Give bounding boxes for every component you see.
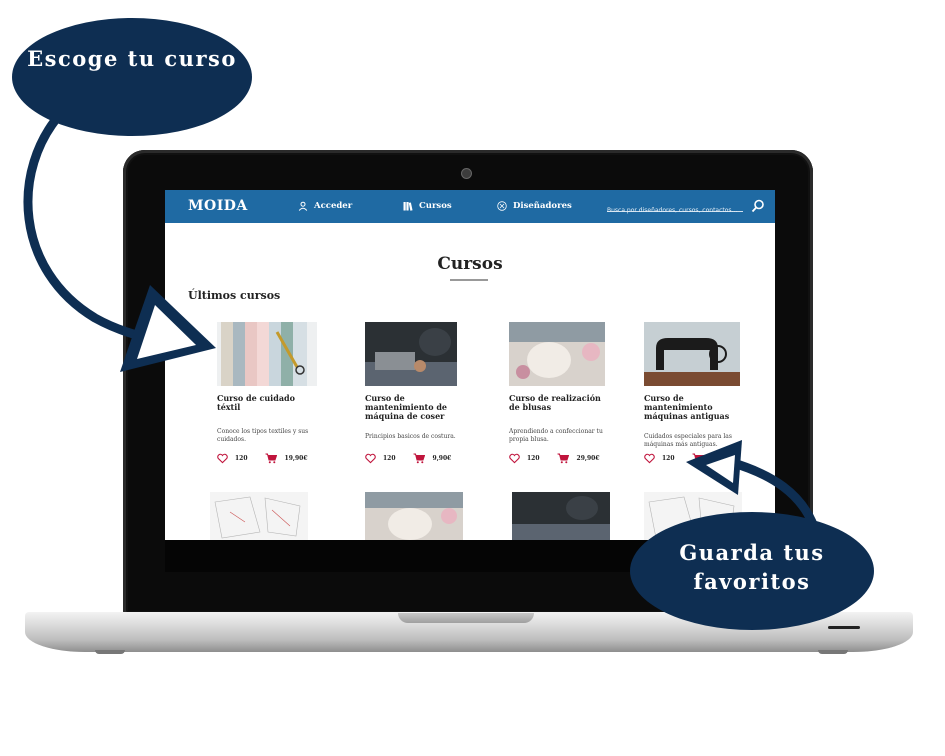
course-card[interactable]: Curso de mantenimiento máquinas antiguas… [644, 322, 744, 464]
cart-icon[interactable] [413, 453, 425, 464]
nav-cursos-label: Cursos [419, 201, 452, 211]
webcam-icon [461, 168, 472, 179]
course-image-sewing-2[interactable] [512, 492, 610, 540]
course-title[interactable]: Curso de mantenimiento de máquina de cos… [365, 393, 465, 422]
course-card[interactable]: Curso de mantenimiento de máquina de cos… [365, 322, 465, 464]
likes-count: 120 [662, 455, 675, 462]
search-field[interactable] [607, 197, 743, 216]
course-price: 9,90€ [432, 455, 452, 462]
heart-icon[interactable] [509, 453, 520, 464]
course-title[interactable]: Curso de cuidado téxtil [217, 393, 317, 412]
course-meta: 120 9,90€ [365, 453, 451, 464]
course-description: Cuidados especiales para las máquinas má… [644, 433, 732, 448]
course-price: 29,90€ [576, 455, 600, 462]
cart-icon[interactable] [557, 453, 569, 464]
laptop-led [828, 626, 860, 629]
user-icon [298, 201, 308, 211]
course-price: 19,90€ [284, 455, 308, 462]
title-divider [450, 279, 488, 281]
course-card[interactable]: Curso de realización de blusas Aprendien… [509, 322, 609, 464]
course-meta: 120 29,90€ [509, 453, 600, 464]
page-title: Cursos [437, 254, 503, 274]
search-input[interactable] [607, 205, 743, 216]
cart-icon[interactable] [265, 453, 277, 464]
course-description: Principios basicos de costura. [365, 433, 456, 440]
blouse-photo-image [365, 492, 463, 540]
books-icon [403, 202, 413, 211]
laptop-foot [818, 650, 848, 654]
sewing-pattern-image [214, 496, 301, 539]
fabric-swatches-image [217, 322, 317, 386]
scissors-icon [497, 201, 507, 211]
search-icon[interactable] [751, 199, 765, 213]
website-screen: MOIDA Acceder Cursos Diseñadores Cursos … [165, 190, 775, 540]
course-card[interactable]: Curso de cuidado téxtil Conoce los tipos… [217, 322, 317, 464]
course-image-pattern[interactable] [210, 492, 308, 540]
heart-icon[interactable] [217, 453, 228, 464]
laptop-foot [95, 650, 125, 654]
likes-count: 120 [383, 455, 396, 462]
course-price: 9,90€ [711, 455, 731, 462]
callout-choose-course: Escoge tu curso [12, 18, 252, 136]
course-image-sewing-machine[interactable] [365, 322, 457, 386]
course-image-blouses[interactable] [509, 322, 605, 386]
course-image-blouses-2[interactable] [365, 492, 463, 540]
likes-count: 120 [527, 455, 540, 462]
cart-icon[interactable] [692, 453, 704, 464]
course-description: Aprendiendo a confeccionar tu propia blu… [509, 428, 603, 443]
sewing-photo-image [512, 492, 610, 540]
heart-icon[interactable] [365, 453, 376, 464]
antique-machine-image [644, 322, 740, 386]
likes-count: 120 [235, 455, 248, 462]
laptop-notch [398, 613, 534, 623]
nav-cursos[interactable]: Cursos [403, 201, 452, 211]
course-image-antique-machines[interactable] [644, 322, 740, 386]
nav-disenadores[interactable]: Diseñadores [497, 201, 572, 211]
nav-acceder[interactable]: Acceder [298, 201, 352, 211]
course-meta: 120 9,90€ [644, 453, 730, 464]
top-navbar: MOIDA Acceder Cursos Diseñadores [165, 190, 775, 223]
course-image-textiles[interactable] [217, 322, 317, 386]
section-title: Últimos cursos [188, 289, 281, 302]
nav-disenadores-label: Diseñadores [513, 201, 572, 211]
sewing-photo-image [365, 322, 457, 386]
callout-save-favorites: Guarda tus favoritos [630, 512, 874, 630]
heart-icon[interactable] [644, 453, 655, 464]
course-description: Conoce los tipos textiles y sus cuidados… [217, 428, 309, 443]
blouse-photo-image [509, 322, 605, 386]
course-title[interactable]: Curso de realización de blusas [509, 393, 609, 412]
course-meta: 120 19,90€ [217, 453, 308, 464]
course-title[interactable]: Curso de mantenimiento máquinas antiguas [644, 393, 744, 422]
site-logo[interactable]: MOIDA [188, 198, 248, 214]
nav-acceder-label: Acceder [314, 201, 353, 211]
